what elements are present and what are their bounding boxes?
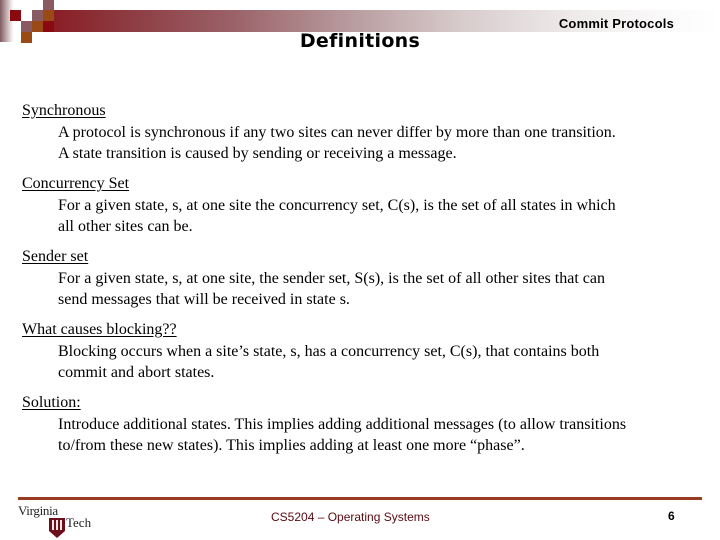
body-line: A state transition is caused by sending … <box>58 145 457 162</box>
definition-section: Sender set For a given state, s, at one … <box>22 246 712 311</box>
body-line: all other sites can be. <box>58 218 193 235</box>
section-heading: Concurrency Set <box>22 175 130 192</box>
section-body: For a given state, s, at one site, the s… <box>22 268 712 311</box>
section-body: Blocking occurs when a site’s state, s, … <box>22 341 712 384</box>
section-heading: What causes blocking?? <box>22 321 177 338</box>
section-body: A protocol is synchronous if any two sit… <box>22 122 712 165</box>
page-title-text: Definitions <box>299 30 421 52</box>
logo-square <box>43 10 54 21</box>
body-line: Blocking occurs when a site’s state, s, … <box>58 342 600 360</box>
slide-body: Synchronous A protocol is synchronous if… <box>22 100 712 465</box>
body-line: commit and abort states. <box>58 364 215 381</box>
section-body: For a given state, s, at one site the co… <box>22 195 712 238</box>
section-heading: Solution: <box>22 394 81 411</box>
body-line: For a given state, s, at one site, the s… <box>58 269 605 287</box>
page-title: Definitions <box>0 30 720 52</box>
body-line: For a given state, s, at one site the co… <box>58 196 616 214</box>
section-body: Introduce additional states. This implie… <box>22 414 712 457</box>
footer-rule <box>18 497 702 500</box>
logo-square <box>32 10 43 21</box>
section-heading: Synchronous <box>22 102 106 119</box>
definition-section: What causes blocking?? Blocking occurs w… <box>22 319 712 384</box>
body-line: Introduce additional states. This implie… <box>58 415 627 433</box>
header-subtitle: Commit Protocols <box>558 16 674 31</box>
footer-course-title: CS5204 – Operating Systems <box>271 510 430 524</box>
body-line: to/from these new states). This implies … <box>58 437 525 454</box>
body-line: send messages that will be received in s… <box>58 291 350 308</box>
logo-square <box>10 10 21 21</box>
slide-page-number: 6 <box>668 509 675 523</box>
virginia-tech-logo: Virginia Tech <box>18 503 98 539</box>
definition-section: Concurrency Set For a given state, s, at… <box>22 173 712 238</box>
definition-section: Synchronous A protocol is synchronous if… <box>22 100 712 165</box>
section-heading: Sender set <box>22 248 89 265</box>
definition-section: Solution: Introduce additional states. T… <box>22 392 712 457</box>
shield-icon <box>49 518 65 538</box>
body-line: A protocol is synchronous if any two sit… <box>58 123 616 141</box>
logo-text-tech: Tech <box>66 515 92 530</box>
